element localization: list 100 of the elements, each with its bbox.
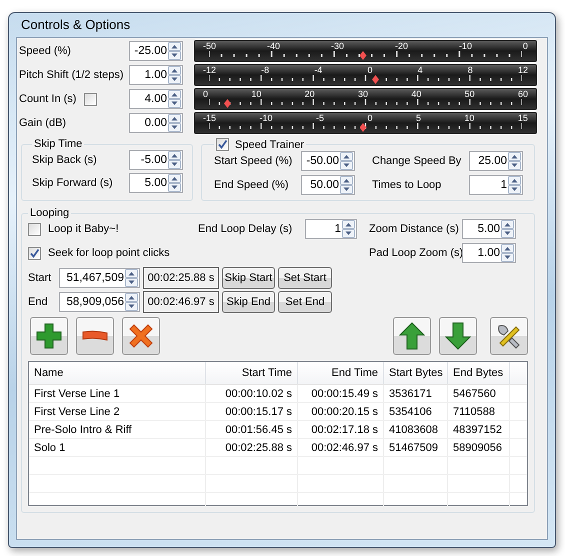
tick-label: 30 xyxy=(358,89,368,99)
spin-arrows-icon[interactable] xyxy=(501,220,514,238)
group-title: Speed Trainer xyxy=(235,138,304,150)
spin-arrows-icon[interactable] xyxy=(342,220,355,238)
tick-label: -30 xyxy=(330,41,344,51)
table-row[interactable]: Solo 1 00:02:25.88 s 00:02:46.97 s 51467509 58909056 xyxy=(29,439,527,457)
checkbox[interactable] xyxy=(28,246,41,260)
slider-track[interactable]: -50 -40 -30 -20 -10 0 xyxy=(194,40,537,62)
spin-arrows-icon[interactable] xyxy=(340,176,353,194)
field-label: Start xyxy=(28,272,52,284)
column-header[interactable]: End Time xyxy=(298,362,384,384)
tick-label: -20 xyxy=(394,41,408,51)
move-down-button[interactable] xyxy=(439,317,477,355)
tick-label: 10 xyxy=(464,113,474,123)
tick-label: 0 xyxy=(367,113,372,123)
delete-button[interactable] xyxy=(122,317,160,355)
column-header[interactable]: Start Bytes xyxy=(384,362,448,384)
spin-box[interactable]: 51,467,509 xyxy=(59,268,140,288)
checkbox-label: Loop it Baby~! xyxy=(48,223,119,235)
table-row[interactable]: Pre-Solo Intro & Riff 00:01:56.45 s 00:02:17.18 s 41083608 48397152 xyxy=(29,421,527,439)
spin-box[interactable]: 1 xyxy=(305,219,357,239)
spin-arrows-icon[interactable] xyxy=(168,114,181,132)
spin-box[interactable]: 0.00 xyxy=(129,113,183,133)
spin-arrows-icon[interactable] xyxy=(125,269,138,287)
tick-label: -10 xyxy=(458,41,472,51)
tick-label: -5 xyxy=(316,113,324,123)
table-cell: 00:00:15.49 s xyxy=(298,385,384,402)
column-header[interactable]: End Bytes xyxy=(448,362,510,384)
group-title: Skip Time xyxy=(33,138,84,150)
spin-box[interactable]: 5.00 xyxy=(129,173,183,193)
spin-box[interactable]: 25.00 xyxy=(469,151,523,171)
spin-box[interactable]: 1 xyxy=(469,175,523,195)
tools-button[interactable] xyxy=(490,317,528,355)
tick-label: 10 xyxy=(251,89,262,99)
spin-arrows-icon[interactable] xyxy=(508,152,521,170)
checkbox[interactable] xyxy=(84,92,98,106)
spin-arrows-icon[interactable] xyxy=(508,176,521,194)
checkbox[interactable] xyxy=(216,138,229,151)
spin-box[interactable]: -25.00 xyxy=(129,41,183,61)
field-label: Pitch Shift (1/2 steps) xyxy=(19,69,124,81)
table-cell: 51467509 xyxy=(384,439,448,456)
slider-track[interactable]: 0 10 20 30 40 50 60 xyxy=(194,88,537,110)
table-cell: 00:00:15.17 s xyxy=(206,403,298,420)
add-button[interactable] xyxy=(30,317,68,355)
table-cell: 00:02:46.97 s xyxy=(298,439,384,456)
table-row[interactable]: First Verse Line 2 00:00:15.17 s 00:00:20.15 s 5354106 7110588 xyxy=(29,403,527,421)
spin-box[interactable]: -5.00 xyxy=(129,150,183,170)
table-cell: First Verse Line 2 xyxy=(29,403,206,420)
slider-thumb[interactable] xyxy=(360,51,366,60)
table-cell: 5467560 xyxy=(448,385,510,402)
spin-arrows-icon[interactable] xyxy=(501,244,514,262)
checkbox[interactable] xyxy=(28,222,41,236)
group-title: Looping xyxy=(29,207,70,219)
tick-label: 50 xyxy=(464,89,475,99)
spin-arrows-icon[interactable] xyxy=(168,66,181,84)
slider-thumb[interactable] xyxy=(224,99,231,108)
tick-label: -40 xyxy=(266,41,280,51)
spin-arrows-icon[interactable] xyxy=(125,293,138,311)
spin-arrows-icon[interactable] xyxy=(340,152,353,170)
field-label: Count In (s) xyxy=(19,93,76,105)
spin-arrows-icon[interactable] xyxy=(168,90,181,108)
table-cell: 00:02:17.18 s xyxy=(298,421,384,438)
spin-box[interactable]: 1.00 xyxy=(129,65,183,85)
slider-thumb[interactable] xyxy=(372,75,380,84)
spin-arrows-icon[interactable] xyxy=(168,42,181,60)
move-up-button[interactable] xyxy=(393,317,431,355)
column-header[interactable]: Name xyxy=(29,362,206,384)
skip-button[interactable]: Skip End xyxy=(222,291,275,313)
slider-thumb[interactable] xyxy=(360,123,366,132)
slider-track[interactable]: -12 -8 -4 0 4 8 12 xyxy=(194,64,537,86)
remove-button[interactable] xyxy=(76,317,114,355)
column-header[interactable]: Start Time xyxy=(206,362,298,384)
tick-label: -15 xyxy=(203,113,216,123)
field-label: End Loop Delay (s) xyxy=(198,223,294,235)
set-button[interactable]: Set End xyxy=(278,291,332,313)
spin-box[interactable]: 50.00 xyxy=(301,175,355,195)
table-cell: 58909056 xyxy=(448,439,510,456)
spin-box[interactable]: -50.00 xyxy=(301,151,355,171)
slider-track[interactable]: -15 -10 -5 0 5 10 15 xyxy=(194,112,537,134)
spin-box[interactable]: 4.00 xyxy=(129,89,183,109)
field-label: End xyxy=(28,296,49,308)
table-cell: 41083608 xyxy=(384,421,448,438)
table-cell: Pre-Solo Intro & Riff xyxy=(29,421,206,438)
field-label: End Speed (%) xyxy=(214,179,290,191)
table-cell: First Verse Line 1 xyxy=(29,385,206,402)
skip-button[interactable]: Skip Start xyxy=(222,267,275,289)
set-button[interactable]: Set Start xyxy=(278,267,332,289)
tick-label: -12 xyxy=(203,65,216,75)
spin-box[interactable]: 58,909,056 xyxy=(59,292,140,312)
field-label: Speed (%) xyxy=(19,45,71,57)
table-row[interactable]: First Verse Line 1 00:00:10.02 s 00:00:15.49 s 3536171 5467560 xyxy=(29,385,527,403)
spin-box[interactable]: 5.00 xyxy=(462,219,516,239)
spin-arrows-icon[interactable] xyxy=(168,174,181,192)
tick-label: 60 xyxy=(518,89,528,99)
tick-label: 0 xyxy=(367,65,372,75)
spin-box[interactable]: 1.00 xyxy=(462,243,516,263)
up-arrow-icon xyxy=(397,321,427,351)
spin-arrows-icon[interactable] xyxy=(168,151,181,169)
table-cell: 5354106 xyxy=(384,403,448,420)
table-cell: 00:02:25.88 s xyxy=(206,439,298,456)
